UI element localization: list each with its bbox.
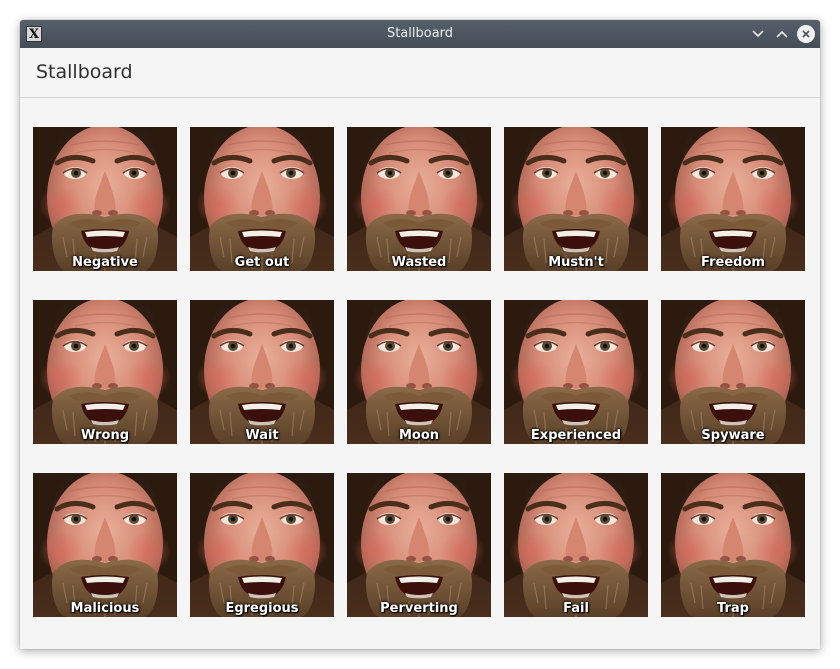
sound-tile-perverting[interactable]: Perverting (347, 473, 491, 617)
sound-tile-freedom[interactable]: Freedom (661, 127, 805, 271)
tile-label: Trap (717, 601, 749, 616)
sound-tile-malicious[interactable]: Malicious (33, 473, 177, 617)
face-photo (504, 127, 648, 271)
face-photo (347, 127, 491, 271)
minimize-button[interactable] (748, 24, 768, 44)
maximize-icon (776, 30, 788, 38)
face-photo (661, 473, 805, 617)
sound-tile-moon[interactable]: Moon (347, 300, 491, 444)
window-title: Stallboard (386, 26, 454, 41)
maximize-button[interactable] (772, 24, 792, 44)
page-title: Stallboard (36, 61, 133, 83)
close-button[interactable] (796, 24, 816, 44)
tile-label: Negative (72, 255, 138, 270)
tile-label: Get out (234, 255, 290, 270)
sound-tile-fail[interactable]: Fail (504, 473, 648, 617)
sound-tile-experienced[interactable]: Experienced (504, 300, 648, 444)
tile-label: Fail (563, 601, 589, 616)
face-photo (504, 473, 648, 617)
sound-tile-get-out[interactable]: Get out (190, 127, 334, 271)
face-photo (661, 127, 805, 271)
title-bar[interactable]: X Stallboard (20, 20, 820, 48)
face-photo (504, 300, 648, 444)
tile-label: Perverting (380, 601, 458, 616)
sound-tile-wasted[interactable]: Wasted (347, 127, 491, 271)
tile-label: Freedom (701, 255, 765, 270)
tile-label: Egregious (225, 601, 299, 616)
sound-tile-spyware[interactable]: Spyware (661, 300, 805, 444)
tile-label: Spyware (701, 428, 765, 443)
app-window: X Stallboard Stallboard Negative Get out W… (20, 20, 820, 649)
tile-label: Mustn't (548, 255, 604, 270)
close-icon (797, 25, 815, 43)
face-photo (190, 300, 334, 444)
tile-label: Wrong (80, 428, 129, 443)
face-photo (190, 473, 334, 617)
sound-tile-wrong[interactable]: Wrong (33, 300, 177, 444)
tile-label: Wait (245, 428, 279, 443)
face-photo (661, 300, 805, 444)
sound-tile-negative[interactable]: Negative (33, 127, 177, 271)
face-photo (33, 300, 177, 444)
face-photo (347, 473, 491, 617)
sound-tile-wait[interactable]: Wait (190, 300, 334, 444)
tile-label: Wasted (391, 255, 447, 270)
face-photo (347, 300, 491, 444)
sound-tile-mustn-t[interactable]: Mustn't (504, 127, 648, 271)
sound-button-grid: Negative Get out Wasted Mustn't Freedom Wrong… (33, 127, 806, 617)
sound-tile-trap[interactable]: Trap (661, 473, 805, 617)
tile-label: Malicious (70, 601, 140, 616)
face-photo (33, 473, 177, 617)
face-photo (190, 127, 334, 271)
tile-label: Moon (398, 428, 440, 443)
sound-tile-egregious[interactable]: Egregious (190, 473, 334, 617)
face-photo (33, 127, 177, 271)
minimize-icon (752, 30, 764, 38)
tile-label: Experienced (530, 428, 622, 443)
header-bar: Stallboard (20, 48, 820, 98)
